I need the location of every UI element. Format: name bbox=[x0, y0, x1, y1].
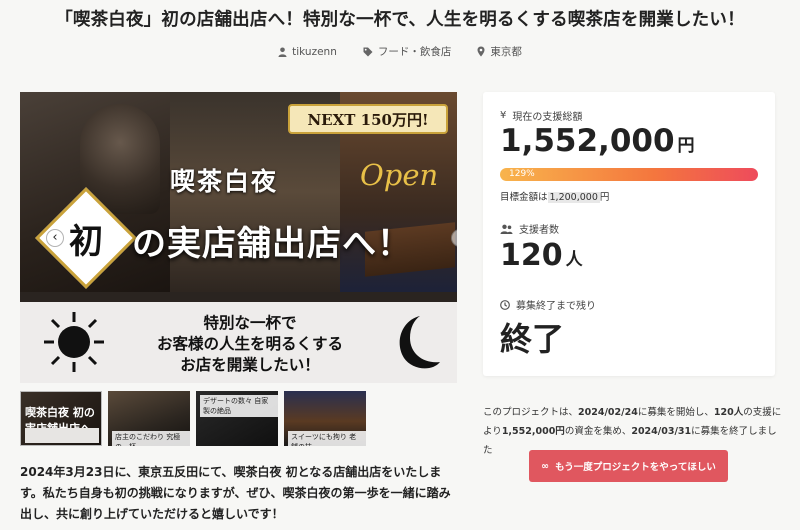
thumbnail-4[interactable]: スイーツにも拘り 老舗の技 bbox=[284, 391, 366, 446]
thumbnail-caption: 店主のこだわり 究極の一杯 bbox=[112, 431, 190, 446]
project-description: 2024年3月23日に、東京五反田にて、喫茶白夜 初となる店舗出店をいたします。… bbox=[20, 465, 451, 521]
progress-percent: 129% bbox=[509, 169, 535, 179]
request-again-button[interactable]: ∞ もう一度プロジェクトをやってほしい bbox=[529, 450, 728, 482]
open-text: Open bbox=[360, 158, 439, 192]
author-name: tikuzenn bbox=[292, 45, 337, 58]
yen-icon: ¥ bbox=[500, 110, 507, 121]
raised-label: ¥ 現在の支援総額 bbox=[500, 110, 583, 123]
remaining-value: 終了 bbox=[500, 320, 565, 358]
thumbnail-caption: デザートの数々 自家製の絶品 bbox=[200, 395, 278, 417]
thumbnail-1[interactable]: 喫茶白夜 初の実店舗出店へ bbox=[20, 391, 102, 446]
chevron-left-icon: ‹ bbox=[52, 230, 58, 245]
moon-icon bbox=[399, 316, 440, 369]
category-link[interactable]: フード・飲食店 bbox=[363, 44, 452, 59]
thumbnail-2[interactable]: 店主のこだわり 究極の一杯 bbox=[108, 391, 190, 446]
user-icon bbox=[278, 47, 287, 57]
users-icon bbox=[500, 224, 513, 234]
map-pin-icon bbox=[477, 46, 485, 57]
banner-text: 特別な一杯で お客様の人生を明るくする お店を開業したい！ bbox=[120, 312, 380, 375]
project-meta: tikuzenn フード・飲食店 東京都 bbox=[0, 44, 800, 59]
thumbnail-strip: 喫茶白夜 初の実店舗出店へ 店主のこだわり 究極の一杯 デザートの数々 自家製の… bbox=[20, 391, 366, 446]
request-again-label: もう一度プロジェクトをやってほしい bbox=[555, 462, 716, 473]
project-title: 「喫茶白夜」初の店舗出店へ！特別な一杯で、人生を明るくする喫茶店を開業したい！ bbox=[55, 10, 745, 30]
progress-bar: 129% bbox=[500, 168, 758, 181]
tag-icon bbox=[363, 47, 373, 56]
hero-banner: 特別な一杯で お客様の人生を明るくする お店を開業したい！ bbox=[20, 302, 457, 383]
backers-count: 120 人 bbox=[500, 238, 583, 273]
banner-line-3: お店を開業したい！ bbox=[180, 355, 320, 374]
store-name: 喫茶白夜 bbox=[170, 167, 279, 196]
remaining-label: 募集終了まで残り bbox=[500, 297, 596, 312]
backers-label: 支援者数 bbox=[500, 221, 559, 236]
banner-line-2: お客様の人生を明るくする bbox=[156, 334, 343, 353]
next-goal-badge: NEXT 150万円! bbox=[288, 104, 448, 134]
banner-line-1: 特別な一杯で bbox=[203, 313, 297, 332]
prev-image-button[interactable]: ‹ bbox=[46, 229, 64, 247]
raised-amount: 1,552,000 円 bbox=[500, 123, 695, 159]
category-name: フード・飲食店 bbox=[377, 46, 452, 58]
thumbnail-3[interactable]: デザートの数々 自家製の絶品 bbox=[196, 391, 278, 446]
location-name: 東京都 bbox=[490, 46, 522, 58]
goal-amount: 目標金額は 1,200,000 円 bbox=[500, 192, 610, 203]
funding-panel: ¥ 現在の支援総額 1,552,000 円 129% 目標金額は 1,200,000… bbox=[483, 92, 775, 376]
thumbnail-banner bbox=[25, 428, 99, 443]
infinity-icon: ∞ bbox=[541, 460, 550, 472]
location-link[interactable]: 東京都 bbox=[477, 44, 522, 59]
thumbnail-caption: スイーツにも拘り 老舗の技 bbox=[288, 431, 366, 446]
clock-icon bbox=[500, 299, 510, 310]
author-link[interactable]: tikuzenn bbox=[278, 44, 337, 59]
hero-headline: の実店舗出店へ！ bbox=[132, 224, 412, 264]
sun-icon bbox=[44, 312, 104, 372]
hero-image[interactable]: NEXT 150万円! 喫茶白夜 Open 初 の実店舗出店へ！ 特別な一杯で … bbox=[20, 92, 457, 383]
